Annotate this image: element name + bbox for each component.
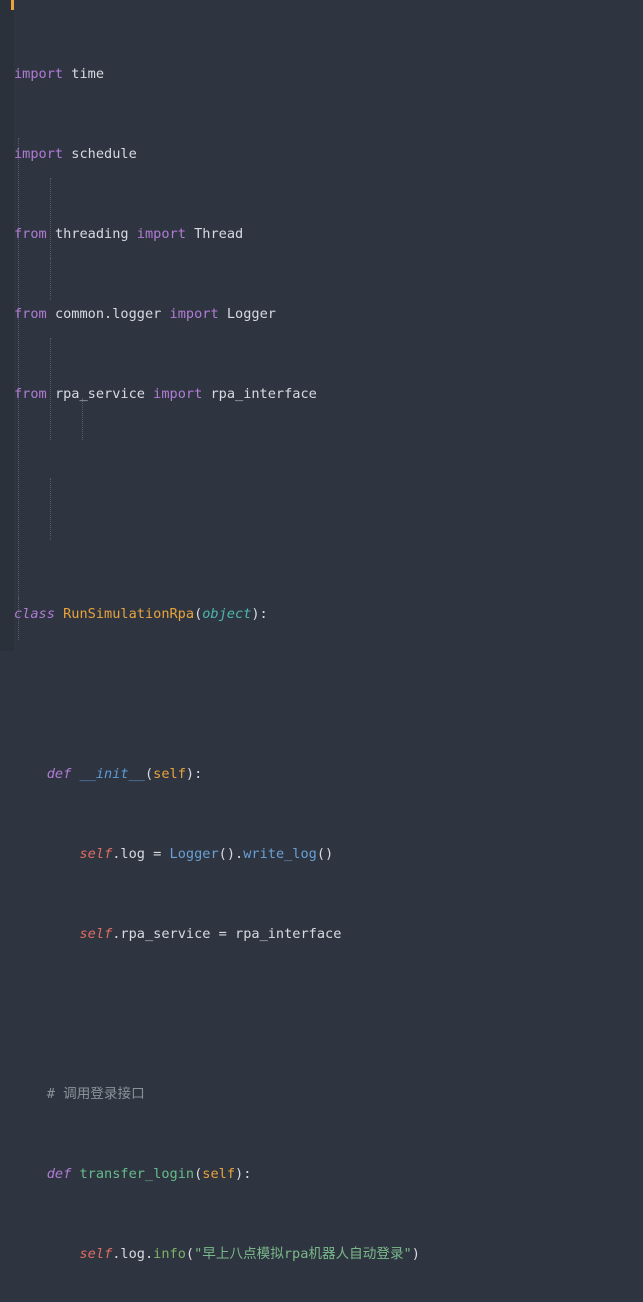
code-line[interactable]: from rpa_service import rpa_interface	[14, 384, 643, 404]
code-line[interactable]: import schedule	[14, 144, 643, 164]
attribute: .rpa_service	[112, 926, 219, 942]
code-line[interactable]: # 调用登录接口	[14, 1084, 643, 1104]
paren: ):	[235, 1166, 252, 1182]
paren: )	[411, 1246, 420, 1262]
keyword-class: class	[14, 606, 55, 622]
imported-name: rpa_interface	[210, 386, 317, 402]
function-name-init: __init__	[79, 766, 145, 782]
module-name: schedule	[71, 146, 137, 162]
keyword-from: from	[14, 226, 47, 242]
paren: ):	[185, 766, 203, 782]
method-call: write_log	[243, 846, 317, 862]
keyword-from: from	[14, 306, 47, 322]
code-content[interactable]: import time import schedule from threadi…	[14, 0, 643, 1262]
assign-operator: =	[153, 846, 170, 862]
code-line[interactable]: from common.logger import Logger	[14, 304, 643, 324]
module-name: common.logger	[54, 306, 162, 322]
code-line[interactable]: import time	[14, 64, 643, 84]
paren: (	[144, 766, 154, 782]
editor-gutter	[0, 0, 14, 651]
class-reference: Logger	[169, 846, 219, 862]
base-class: object	[202, 606, 252, 622]
module-name: rpa_service	[54, 386, 145, 402]
keyword-def: def	[46, 766, 72, 782]
code-line[interactable]: from threading import Thread	[14, 224, 643, 244]
self-keyword: self	[79, 1246, 113, 1262]
attribute: .log.	[112, 1246, 154, 1262]
code-line[interactable]: def __init__(self):	[14, 764, 643, 784]
code-editor[interactable]: import time import schedule from threadi…	[0, 0, 643, 1262]
paren: ()	[316, 846, 334, 862]
module-reference: rpa_interface	[235, 926, 342, 942]
class-name: RunSimulationRpa	[63, 606, 195, 622]
code-line[interactable]: self.log.info("早上八点模拟rpa机器人自动登录")	[14, 1244, 643, 1264]
imported-name: Logger	[226, 306, 276, 322]
assign-operator: =	[218, 926, 236, 942]
code-line[interactable]: self.log = Logger().write_log()	[14, 844, 643, 864]
keyword-import: import	[153, 386, 203, 402]
self-keyword: self	[79, 926, 113, 942]
code-line[interactable]: self.rpa_service = rpa_interface	[14, 924, 643, 944]
comment: # 调用登录接口	[46, 1086, 145, 1102]
keyword-from: from	[14, 386, 47, 402]
paren: ):	[251, 606, 268, 622]
module-name: threading	[54, 226, 129, 242]
keyword-def: def	[46, 1166, 72, 1182]
imported-name: Thread	[194, 226, 244, 242]
self-keyword: self	[79, 846, 113, 862]
code-line[interactable]: class RunSimulationRpa(object):	[14, 604, 643, 624]
keyword-import: import	[14, 66, 64, 82]
code-line[interactable]: def transfer_login(self):	[14, 1164, 643, 1184]
parameter-self: self	[153, 766, 186, 782]
parameter-self: self	[202, 1166, 236, 1182]
string-literal: "早上八点模拟rpa机器人自动登录"	[194, 1246, 412, 1262]
paren: (	[185, 1246, 195, 1262]
function-name-transfer-login: transfer_login	[79, 1166, 195, 1182]
paren: ().	[218, 846, 244, 862]
keyword-import: import	[136, 226, 186, 242]
method-call: info	[153, 1246, 186, 1262]
paren: (	[194, 1166, 203, 1182]
module-name: time	[71, 66, 105, 82]
keyword-import: import	[14, 146, 64, 162]
attribute: .log	[112, 846, 154, 862]
keyword-import: import	[169, 306, 219, 322]
